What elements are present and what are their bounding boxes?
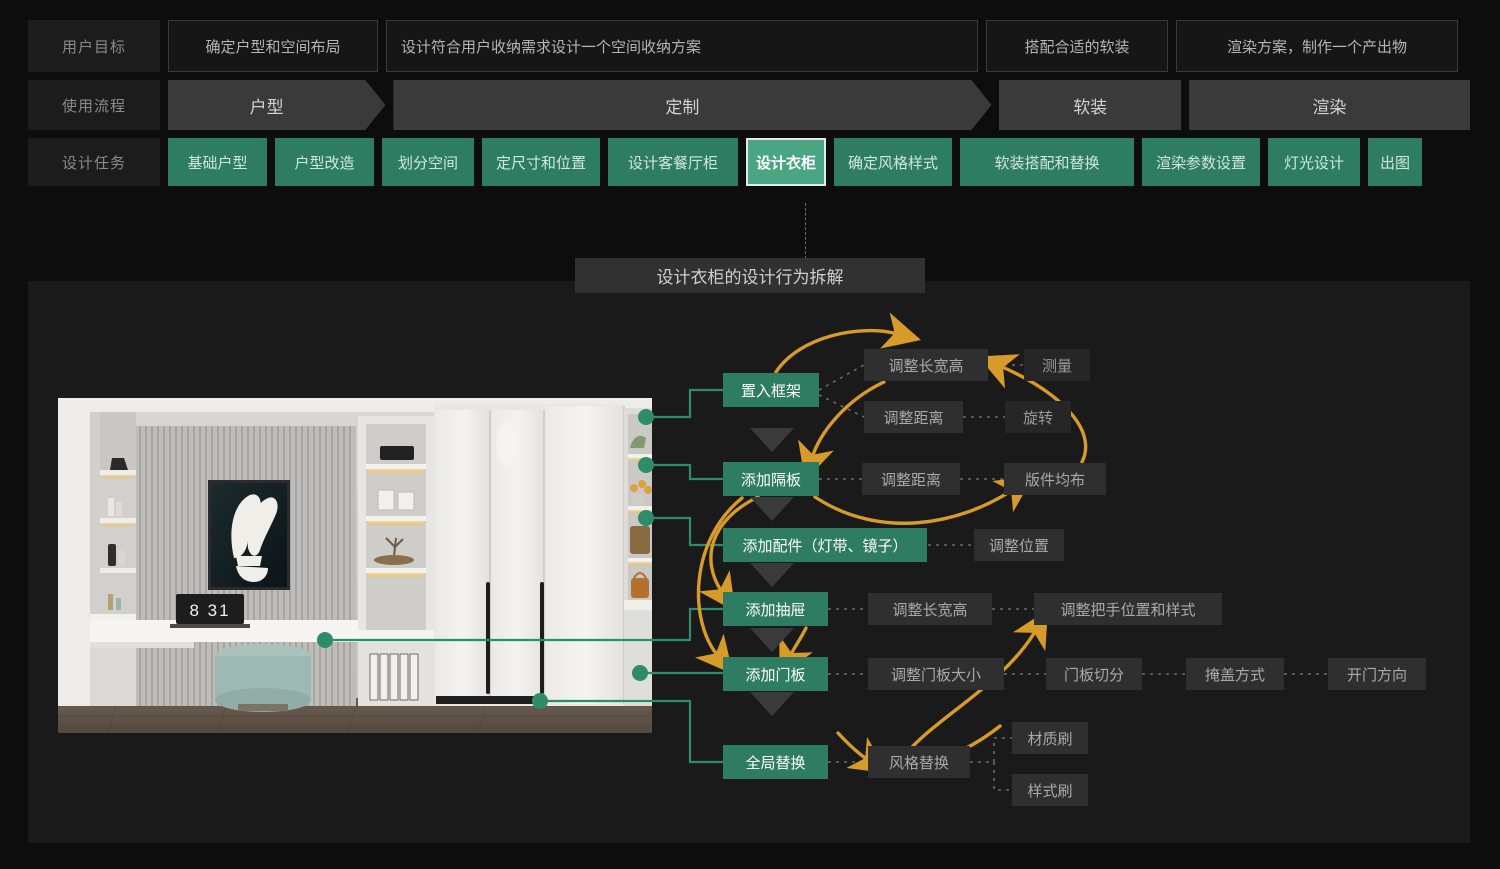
step-node-add-partition[interactable]: 添加隔板 xyxy=(723,462,819,496)
action-node-handle-style[interactable]: 调整把手位置和样式 xyxy=(1034,593,1222,625)
goal-cell-3[interactable]: 搭配合适的软装 xyxy=(986,20,1168,72)
step-node-place-frame[interactable]: 置入框架 xyxy=(723,373,819,407)
step-node-add-door[interactable]: 添加门板 xyxy=(723,657,828,691)
stage-xuanran[interactable]: 渲染 xyxy=(1188,80,1470,130)
stage-dingzhi[interactable]: 定制 xyxy=(393,80,991,130)
action-node-adjust-dimensions-1[interactable]: 调整长宽高 xyxy=(864,349,988,381)
action-node-style-replace[interactable]: 风格替换 xyxy=(868,746,970,778)
action-node-adjust-dimensions-2[interactable]: 调整长宽高 xyxy=(868,593,992,625)
row-label-design-task: 设计任务 xyxy=(28,138,160,186)
step-node-global-replace[interactable]: 全局替换 xyxy=(723,745,828,779)
action-node-door-size[interactable]: 调整门板大小 xyxy=(868,658,1004,690)
svg-text:8 31: 8 31 xyxy=(189,601,230,620)
step-node-add-accessories[interactable]: 添加配件（灯带、镜子） xyxy=(723,528,927,562)
matrix-row-goals: 用户目标 确定户型和空间布局 设计符合用户收纳需求设计一个空间收纳方案 搭配合适… xyxy=(28,20,1470,72)
process-matrix: 用户目标 确定户型和空间布局 设计符合用户收纳需求设计一个空间收纳方案 搭配合适… xyxy=(28,20,1470,186)
stage-ruanzhuang[interactable]: 软装 xyxy=(999,80,1181,130)
task-sheji-yigui[interactable]: 设计衣柜 xyxy=(746,138,826,186)
action-node-open-direction[interactable]: 开门方向 xyxy=(1328,658,1426,690)
diagram-caption: 设计衣柜的设计行为拆解 xyxy=(575,258,925,293)
task-xuanranshezhi[interactable]: 渲染参数设置 xyxy=(1142,138,1260,186)
goal-cell-4[interactable]: 渲染方案，制作一个产出物 xyxy=(1176,20,1458,72)
matrix-row-flow: 使用流程 户型 定制 软装 渲染 xyxy=(28,80,1470,130)
row-label-usage-flow: 使用流程 xyxy=(28,80,160,130)
task-huxinggaizao[interactable]: 户型改造 xyxy=(275,138,374,186)
task-sheji-kecanting[interactable]: 设计客餐厅柜 xyxy=(608,138,738,186)
caption-connector xyxy=(805,203,807,259)
task-dingchicun[interactable]: 定尺寸和位置 xyxy=(482,138,600,186)
goal-cell-2[interactable]: 设计符合用户收纳需求设计一个空间收纳方案 xyxy=(386,20,978,72)
matrix-row-tasks: 设计任务 基础户型 户型改造 划分空间 定尺寸和位置 设计客餐厅柜 设计衣柜 确… xyxy=(28,138,1470,186)
action-node-adjust-distance-2[interactable]: 调整距离 xyxy=(862,463,960,495)
action-node-material-brush[interactable]: 材质刷 xyxy=(1012,722,1088,754)
action-node-rotate[interactable]: 旋转 xyxy=(1005,401,1071,433)
action-node-cover-mode[interactable]: 掩盖方式 xyxy=(1186,658,1284,690)
action-node-door-split[interactable]: 门板切分 xyxy=(1046,658,1142,690)
wardrobe-render-image: 8 31 xyxy=(58,398,652,733)
action-node-even-distribute[interactable]: 版件均布 xyxy=(1004,463,1106,495)
task-huafenkongjian[interactable]: 划分空间 xyxy=(382,138,474,186)
action-node-style-brush[interactable]: 样式刷 xyxy=(1012,774,1088,806)
goal-cell-1[interactable]: 确定户型和空间布局 xyxy=(168,20,378,72)
row-label-user-goal: 用户目标 xyxy=(28,20,160,72)
action-node-adjust-distance-1[interactable]: 调整距离 xyxy=(864,401,963,433)
stage-huxing[interactable]: 户型 xyxy=(168,80,385,130)
step-node-add-drawer[interactable]: 添加抽屉 xyxy=(723,592,828,626)
action-node-adjust-position[interactable]: 调整位置 xyxy=(974,529,1064,561)
task-ruanzhuangdapei[interactable]: 软装搭配和替换 xyxy=(960,138,1134,186)
task-chutu[interactable]: 出图 xyxy=(1368,138,1422,186)
task-quedingfengge[interactable]: 确定风格样式 xyxy=(834,138,952,186)
task-dengguangsheji[interactable]: 灯光设计 xyxy=(1268,138,1360,186)
task-jichuhuxing[interactable]: 基础户型 xyxy=(168,138,267,186)
action-node-measure[interactable]: 测量 xyxy=(1024,349,1090,381)
